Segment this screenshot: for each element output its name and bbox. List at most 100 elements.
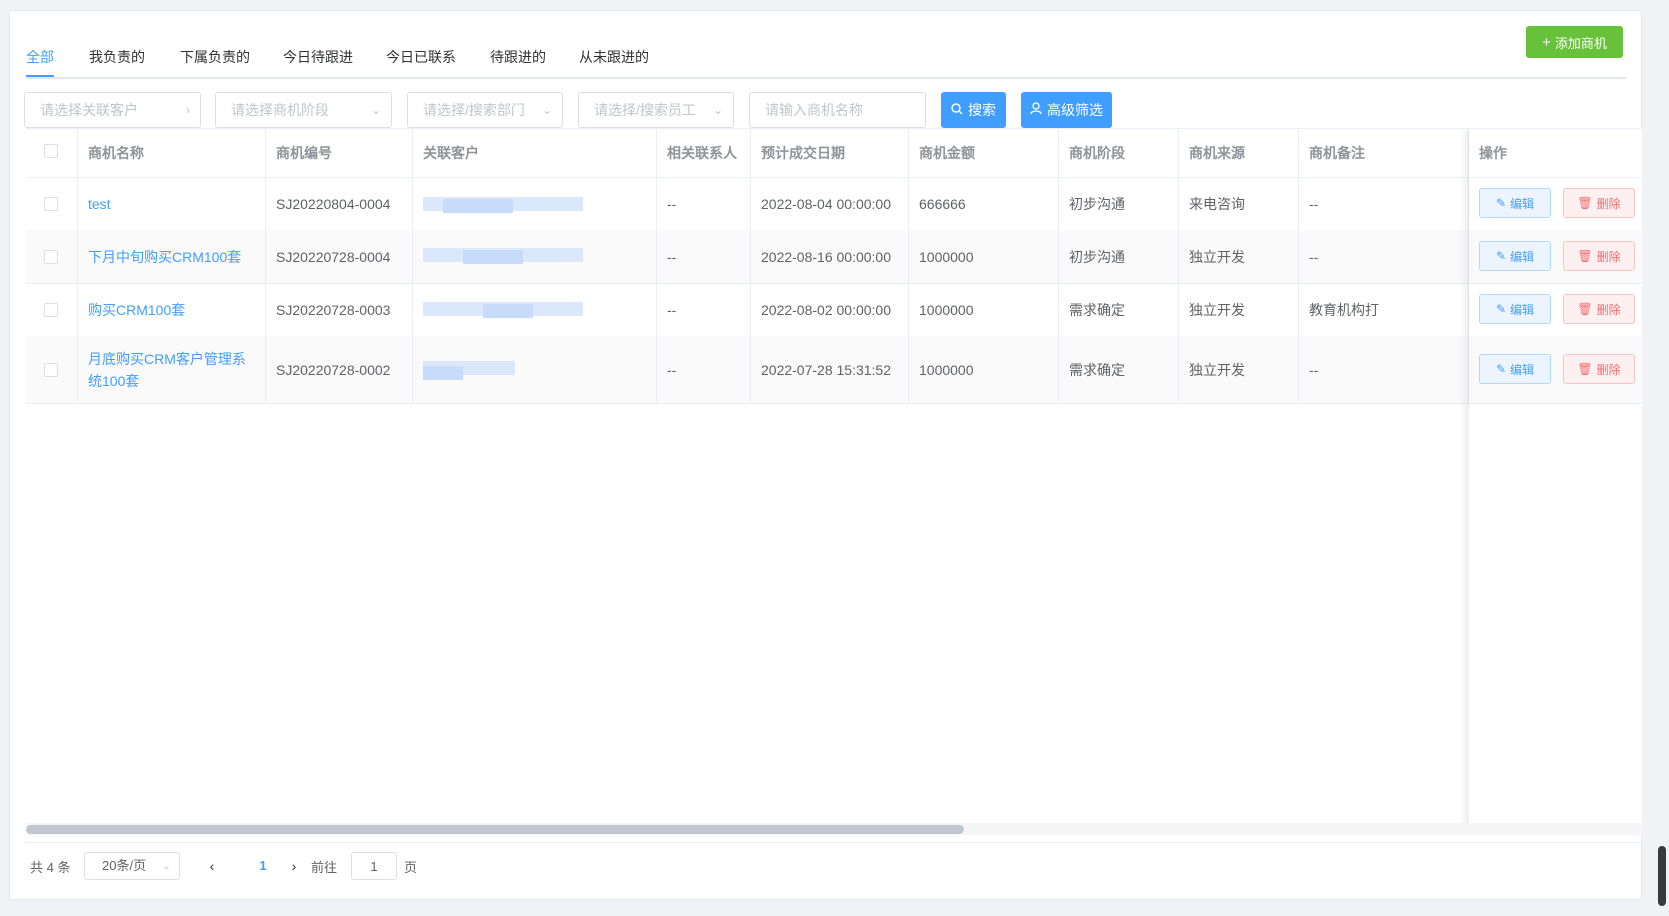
delete-button[interactable]: 🗑 删除 [1563, 294, 1635, 324]
row-checkbox[interactable] [44, 196, 58, 211]
select-all-checkbox[interactable] [44, 144, 58, 158]
stage: 初步沟通 [1059, 177, 1179, 230]
contact: -- [657, 283, 751, 336]
expected-date: 2022-07-28 15:31:52 [751, 336, 909, 403]
delete-button[interactable]: 🗑 删除 [1563, 241, 1635, 271]
col-header: 商机来源 [1179, 129, 1299, 177]
opportunity-table: 商机名称 商机编号 关联客户 相关联系人 预计成交日期 商机金额 商机阶段 商机… [26, 128, 1642, 829]
page-suffix: 页 [404, 860, 418, 875]
source: 独立开发 [1179, 336, 1299, 403]
chevron-right-icon: › [291, 858, 297, 874]
opportunity-code: SJ20220804-0004 [266, 177, 413, 230]
page-number-current[interactable]: 1 [246, 852, 280, 880]
opportunity-name-link[interactable]: 购买CRM100套 [78, 283, 266, 336]
opportunity-name-input[interactable]: 请输入商机名称 [749, 92, 926, 128]
col-header: 商机名称 [78, 129, 266, 177]
operations-column: 操作 ✎ 编辑 🗑 删除 ✎ 编辑 🗑 删除 ✎ 编辑 🗑 删除 ✎ 编辑 🗑 删除 [1469, 129, 1642, 829]
operations-row: ✎ 编辑 🗑 删除 [1469, 283, 1642, 337]
col-header: 商机备注 [1299, 129, 1469, 177]
customer-blurred [413, 177, 657, 230]
chevron-down-icon: ⌄ [161, 860, 171, 872]
main-card: 全部 我负责的 下属负责的 今日待跟进 今日已联系 待跟进的 从未跟进的 + 添… [9, 10, 1642, 900]
edit-button[interactable]: ✎ 编辑 [1479, 241, 1551, 271]
customer-blurred [413, 283, 657, 336]
col-header: 操作 [1479, 145, 1507, 161]
col-header: 相关联系人 [657, 129, 751, 177]
col-header: 商机金额 [909, 129, 1059, 177]
tab-mine[interactable]: 我负责的 [89, 47, 145, 67]
goto-page-input[interactable] [351, 852, 397, 880]
contact: -- [657, 336, 751, 403]
operations-row: ✎ 编辑 🗑 删除 [1469, 336, 1642, 404]
contact: -- [657, 230, 751, 283]
customer-select[interactable]: 请选择关联客户 › [24, 92, 201, 128]
chevron-right-icon: › [186, 103, 190, 117]
edit-icon: ✎ [1495, 362, 1507, 376]
row-checkbox[interactable] [44, 362, 58, 377]
scrollbar-thumb[interactable] [26, 825, 964, 834]
page-size-select[interactable]: 20条/页 ⌄ [84, 852, 180, 880]
goto-label: 前往 [311, 860, 338, 875]
col-header: 关联客户 [413, 129, 657, 177]
user-icon [1030, 102, 1042, 118]
department-select[interactable]: 请选择/搜索部门 ⌄ [407, 92, 563, 128]
stage: 需求确定 [1059, 336, 1179, 403]
stage-select[interactable]: 请选择商机阶段 ⌄ [215, 92, 392, 128]
tab-never-followed[interactable]: 从未跟进的 [579, 47, 649, 67]
table-row[interactable]: test SJ20220804-0004 -- 2022-08-04 00:00… [26, 177, 1642, 231]
edit-icon: ✎ [1495, 196, 1507, 210]
table-row[interactable]: 下月中旬购买CRM100套 SJ20220728-0004 -- 2022-08… [26, 230, 1642, 284]
edit-button[interactable]: ✎ 编辑 [1479, 294, 1551, 324]
delete-button[interactable]: 🗑 删除 [1563, 354, 1635, 384]
col-header: 预计成交日期 [751, 129, 909, 177]
add-opportunity-button[interactable]: + 添加商机 [1526, 26, 1623, 58]
tab-pending-follow[interactable]: 待跟进的 [490, 47, 546, 67]
delete-button[interactable]: 🗑 删除 [1563, 188, 1635, 218]
opportunity-name-link[interactable]: 月底购买CRM客户管理系统100套 [78, 336, 266, 403]
amount: 1000000 [909, 230, 1059, 283]
amount: 1000000 [909, 336, 1059, 403]
advanced-filter-button[interactable]: 高级筛选 [1021, 92, 1112, 128]
opportunity-code: SJ20220728-0004 [266, 230, 413, 283]
pagination: 共 4 条 20条/页 ⌄ ‹ 1 › 前往 页 [26, 842, 1642, 883]
trash-icon: 🗑 [1577, 196, 1593, 210]
col-header: 商机阶段 [1059, 129, 1179, 177]
source: 独立开发 [1179, 283, 1299, 336]
customer-blurred [413, 336, 657, 403]
trash-icon: 🗑 [1577, 362, 1593, 376]
tab-today-contacted[interactable]: 今日已联系 [386, 47, 456, 67]
amount: 666666 [909, 177, 1059, 230]
edit-icon: ✎ [1495, 302, 1507, 316]
expected-date: 2022-08-16 00:00:00 [751, 230, 909, 283]
remark: -- [1299, 230, 1469, 283]
amount: 1000000 [909, 283, 1059, 336]
expected-date: 2022-08-02 00:00:00 [751, 283, 909, 336]
chevron-down-icon: ⌄ [541, 103, 552, 117]
chevron-down-icon: ⌄ [712, 103, 723, 117]
table-row[interactable]: 月底购买CRM客户管理系统100套 SJ20220728-0002 -- 202… [26, 336, 1642, 404]
chevron-down-icon: ⌄ [370, 103, 381, 117]
stage: 需求确定 [1059, 283, 1179, 336]
edit-button[interactable]: ✎ 编辑 [1479, 188, 1551, 218]
opportunity-name-link[interactable]: 下月中旬购买CRM100套 [78, 230, 266, 283]
row-checkbox[interactable] [44, 302, 58, 317]
chevron-left-icon: ‹ [209, 858, 215, 874]
employee-select[interactable]: 请选择/搜索员工 ⌄ [578, 92, 734, 128]
row-checkbox[interactable] [44, 249, 58, 264]
plus-icon: + [1542, 33, 1551, 51]
tab-all[interactable]: 全部 [26, 47, 54, 67]
table-row[interactable]: 购买CRM100套 SJ20220728-0003 -- 2022-08-02 … [26, 283, 1642, 337]
edit-button[interactable]: ✎ 编辑 [1479, 354, 1551, 384]
horizontal-scrollbar[interactable] [26, 823, 1642, 835]
tab-today-follow[interactable]: 今日待跟进 [283, 47, 353, 67]
opportunity-name-link[interactable]: test [78, 177, 266, 230]
active-tab-indicator [26, 75, 54, 77]
col-header: 商机编号 [266, 129, 413, 177]
prev-page-button[interactable]: ‹ [198, 852, 226, 880]
page-scrollbar-thumb[interactable] [1658, 846, 1666, 906]
search-button[interactable]: 搜索 [941, 92, 1006, 128]
next-page-button[interactable]: › [280, 852, 308, 880]
trash-icon: 🗑 [1577, 249, 1593, 263]
tab-subordinate[interactable]: 下属负责的 [180, 47, 250, 67]
select-all-cell [26, 129, 78, 177]
